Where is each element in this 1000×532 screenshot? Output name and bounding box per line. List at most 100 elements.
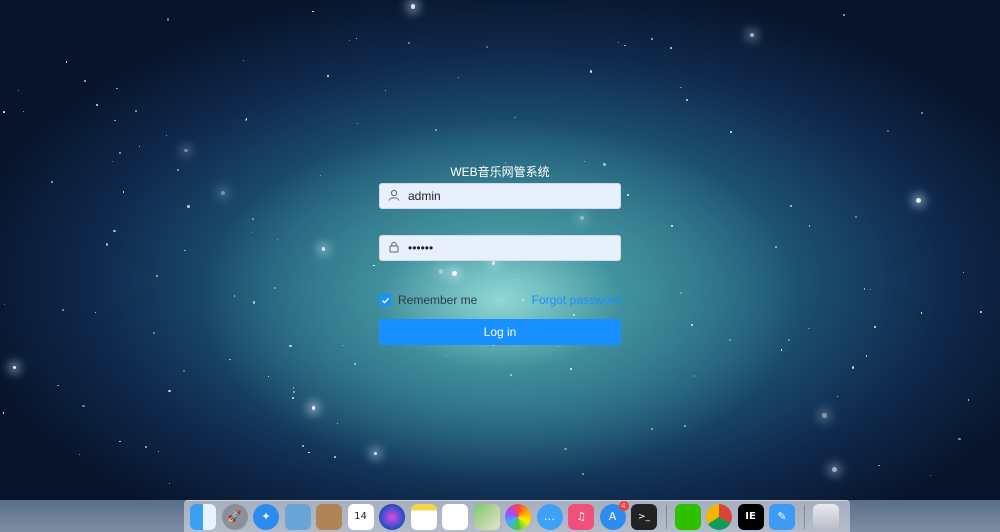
star (920, 312, 923, 314)
chrome-icon[interactable] (706, 503, 732, 530)
star (451, 271, 457, 277)
wechat-icon[interactable] (674, 503, 701, 530)
star (320, 175, 322, 177)
finder-icon[interactable] (190, 503, 216, 530)
star (308, 452, 310, 454)
star (251, 232, 253, 234)
star (836, 396, 838, 398)
username-field[interactable] (379, 183, 621, 209)
star (62, 308, 65, 311)
star (292, 390, 295, 393)
star (929, 475, 931, 477)
star (438, 269, 444, 274)
star (680, 86, 682, 88)
star (624, 44, 626, 47)
star (514, 116, 516, 119)
remember-checkbox[interactable] (379, 294, 391, 306)
star (865, 355, 868, 358)
star (617, 42, 619, 44)
star (579, 216, 584, 221)
reminders-icon[interactable] (442, 503, 468, 530)
star (327, 75, 329, 78)
contacts-icon[interactable] (316, 503, 342, 530)
star (863, 287, 866, 290)
star (252, 301, 256, 304)
star (851, 366, 855, 369)
star (774, 246, 777, 249)
star (122, 191, 125, 194)
page-title: WEB音乐网管系统 (450, 165, 550, 179)
star (138, 145, 141, 147)
star (267, 375, 269, 377)
star (144, 445, 147, 448)
star (650, 37, 654, 40)
star (669, 46, 672, 49)
login-button[interactable]: Log in (379, 319, 621, 345)
star (491, 260, 496, 265)
star (921, 112, 924, 115)
star (627, 194, 630, 197)
star (686, 98, 689, 101)
star (874, 326, 876, 328)
trash-icon[interactable] (812, 503, 839, 530)
messages-icon[interactable]: … (536, 503, 563, 530)
star (356, 122, 358, 125)
star (113, 229, 116, 233)
star (564, 447, 567, 450)
star (245, 117, 248, 120)
star (822, 413, 828, 418)
star (293, 387, 295, 389)
star (842, 14, 845, 17)
star (182, 369, 186, 373)
photos-icon[interactable] (505, 503, 531, 530)
star (831, 467, 837, 473)
music-icon[interactable]: ♫ (568, 503, 594, 530)
intellij-icon[interactable]: IE (737, 503, 764, 530)
star (788, 339, 791, 342)
star (870, 288, 872, 290)
star (808, 327, 810, 330)
star (242, 59, 244, 61)
maps-icon[interactable] (473, 503, 500, 530)
star (780, 349, 783, 351)
star (311, 406, 316, 410)
star (184, 249, 186, 252)
star (311, 10, 314, 13)
password-input[interactable] (408, 241, 620, 255)
app-store-icon[interactable]: A4 (599, 500, 629, 530)
star (486, 45, 489, 48)
username-input[interactable] (408, 189, 620, 203)
star (119, 440, 121, 443)
star (650, 428, 653, 430)
calendar-icon[interactable]: 14 (347, 503, 374, 530)
forgot-password-link[interactable]: Forgot password (532, 293, 621, 307)
notes-icon[interactable] (410, 503, 437, 530)
dock-separator (665, 504, 667, 529)
star (3, 111, 6, 114)
star (84, 79, 87, 82)
preview-icon[interactable] (284, 503, 311, 530)
star (349, 40, 351, 42)
star (78, 453, 81, 456)
safari-icon[interactable]: ✦ (253, 503, 279, 530)
star (251, 218, 254, 220)
star (184, 148, 188, 153)
terminal-icon[interactable]: >_ (631, 503, 657, 530)
star (573, 314, 575, 316)
star (458, 76, 460, 78)
launchpad-icon[interactable]: 🚀 (221, 503, 248, 530)
star (516, 279, 519, 281)
star (671, 224, 674, 227)
dock: 🚀 ✦ 14 … ♫ A4 >_ IE ✎ (184, 500, 850, 532)
star (23, 111, 25, 113)
siri-icon[interactable] (379, 503, 405, 530)
user-icon (388, 189, 402, 203)
star (589, 70, 593, 73)
draw-icon[interactable]: ✎ (769, 503, 795, 530)
star (336, 422, 339, 425)
star (887, 129, 890, 132)
star (434, 129, 437, 132)
star (855, 216, 857, 218)
password-field[interactable] (379, 235, 621, 261)
remember-me[interactable]: Remember me (379, 293, 477, 307)
